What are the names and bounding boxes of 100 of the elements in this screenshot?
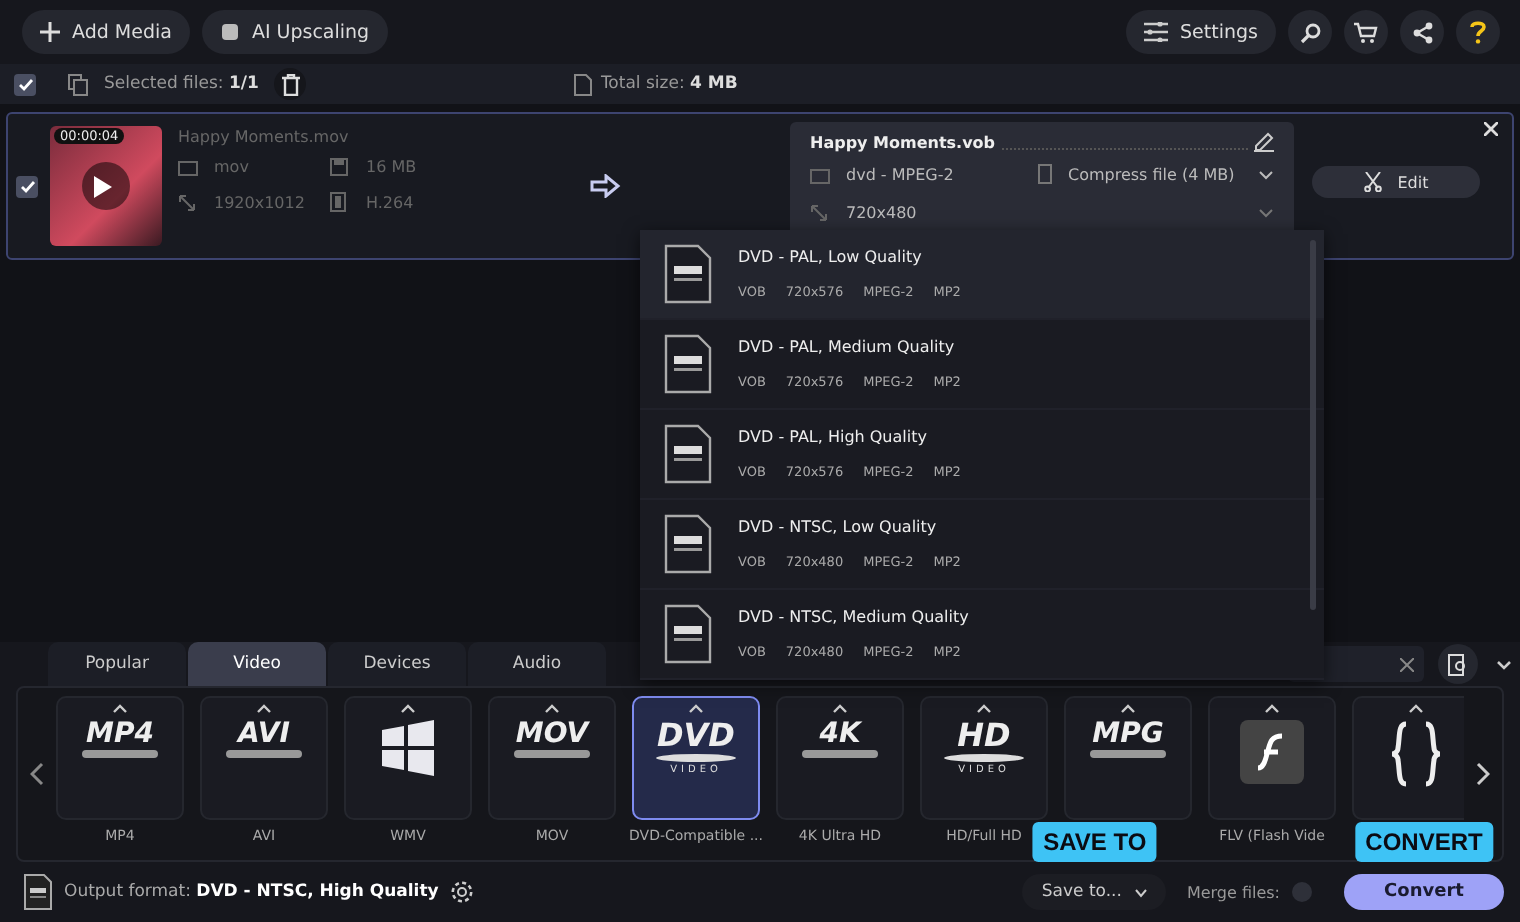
merge-files-label: Merge files: <box>1186 883 1280 901</box>
format-tile[interactable] <box>1352 696 1464 820</box>
file-resolution: 1920x1012 <box>214 193 307 211</box>
caret-up-icon <box>400 704 416 714</box>
scissors-icon <box>1363 172 1382 192</box>
dvd-file-icon <box>664 424 712 484</box>
chevron-down-icon <box>1258 207 1274 217</box>
format-tile[interactable] <box>1208 696 1336 820</box>
compress-dropdown[interactable]: Compress file (4 MB) <box>1038 158 1274 190</box>
output-format: dvd - MPEG-2 <box>846 165 956 183</box>
file-icon <box>1038 164 1052 184</box>
caret-up-icon <box>112 704 128 714</box>
convert-callout: CONVERT <box>1355 822 1493 862</box>
resize-icon <box>810 203 828 221</box>
dvd-file-icon <box>664 514 712 574</box>
share-button[interactable] <box>1400 10 1444 54</box>
settings-icon[interactable] <box>450 880 475 904</box>
ai-upscaling-button[interactable]: AI Upscaling <box>201 10 388 54</box>
arrow-right-icon <box>590 174 622 198</box>
save-to-callout: SAVE TO <box>1033 822 1157 862</box>
format-tile[interactable]: MPG <box>1064 696 1192 820</box>
help-button[interactable] <box>1456 10 1500 54</box>
play-button[interactable] <box>82 162 130 210</box>
question-mark-icon <box>1470 20 1486 44</box>
chevron-right-icon[interactable] <box>1476 762 1490 786</box>
total-size-label: Total size: 4 MB <box>600 74 738 94</box>
chevron-left-icon[interactable] <box>30 762 44 786</box>
chevron-down-icon[interactable] <box>1496 659 1512 669</box>
delete-button[interactable] <box>274 68 307 100</box>
resize-icon <box>178 193 196 211</box>
caret-up-icon <box>544 704 560 714</box>
clear-icon <box>1400 657 1414 671</box>
format-tile[interactable]: MOV <box>488 696 616 820</box>
dvd-file-icon <box>664 334 712 394</box>
file-search-icon <box>1447 653 1469 675</box>
preset-title: DVD - PAL, Medium Quality <box>738 338 957 356</box>
dvd-file-icon <box>664 244 712 304</box>
film-strip-icon <box>330 192 346 212</box>
edit-button[interactable]: Edit <box>1312 166 1480 198</box>
format-tile[interactable]: 4K <box>776 696 904 820</box>
checkmark-icon <box>17 77 33 91</box>
format-tile[interactable]: MP4 <box>56 696 184 820</box>
convert-button[interactable]: Convert <box>1344 874 1504 910</box>
caret-up-icon <box>688 704 704 714</box>
flash-logo-icon <box>1240 720 1304 784</box>
file-name: Happy Moments.mov <box>178 128 351 146</box>
chip-icon <box>219 22 240 42</box>
caret-up-icon <box>832 704 848 714</box>
format-tile[interactable]: AVI <box>200 696 328 820</box>
chevron-down-icon <box>1133 887 1148 897</box>
format-tab[interactable]: Audio <box>468 642 606 686</box>
caret-up-icon <box>976 704 992 714</box>
files-icon <box>68 73 88 95</box>
film-icon <box>178 158 198 176</box>
sliders-icon <box>1144 22 1169 42</box>
output-file-name: Happy Moments.vob <box>810 133 996 151</box>
selected-files-label: Selected files: 1/1 <box>104 74 259 94</box>
caret-up-icon <box>1120 704 1136 714</box>
output-format-label: Output format: DVD - NTSC, High Quality <box>64 882 439 902</box>
settings-button[interactable]: Settings <box>1126 10 1276 54</box>
format-tab[interactable]: Video <box>188 642 326 686</box>
search-button[interactable] <box>1288 10 1332 54</box>
merge-files-toggle[interactable] <box>1292 882 1312 902</box>
preview-button[interactable] <box>1438 644 1478 684</box>
windows-logo-icon <box>378 720 438 776</box>
cart-button[interactable] <box>1344 10 1388 54</box>
search-icon <box>1299 21 1321 43</box>
save-to-dropdown[interactable]: Save to... <box>1022 874 1167 910</box>
film-icon <box>810 165 830 183</box>
file-format: mov <box>214 158 251 176</box>
preset-title: DVD - NTSC, Low Quality <box>738 518 939 536</box>
document-icon <box>574 73 593 95</box>
format-tile[interactable] <box>344 696 472 820</box>
output-resolution: 720x480 <box>846 203 919 221</box>
format-tab[interactable]: Popular <box>48 642 186 686</box>
file-checkbox[interactable] <box>16 175 38 197</box>
play-icon <box>94 175 112 197</box>
dvd-file-icon <box>24 874 52 910</box>
share-icon <box>1411 21 1433 43</box>
select-all-checkbox[interactable] <box>14 73 36 95</box>
preset-title: DVD - NTSC, Medium Quality <box>738 608 969 626</box>
close-icon[interactable] <box>1484 122 1498 136</box>
braces-icon <box>1386 720 1446 788</box>
plus-icon <box>40 22 60 42</box>
scrollbar[interactable] <box>1310 240 1316 610</box>
cart-icon <box>1354 21 1378 43</box>
preset-title: DVD - PAL, Low Quality <box>738 248 924 266</box>
trash-icon <box>281 73 300 95</box>
file-codec: H.264 <box>366 193 416 211</box>
caret-up-icon <box>1408 704 1424 714</box>
pencil-icon[interactable] <box>1254 132 1274 152</box>
add-media-button[interactable]: Add Media <box>22 10 190 54</box>
preset-title: DVD - PAL, High Quality <box>738 428 929 446</box>
caret-up-icon <box>1264 704 1280 714</box>
chevron-down-icon <box>1258 169 1274 179</box>
format-tab[interactable]: Devices <box>328 642 466 686</box>
dvd-file-icon <box>664 604 712 664</box>
caret-up-icon <box>256 704 272 714</box>
checkmark-icon <box>19 179 35 193</box>
file-size: 16 MB <box>366 158 419 176</box>
